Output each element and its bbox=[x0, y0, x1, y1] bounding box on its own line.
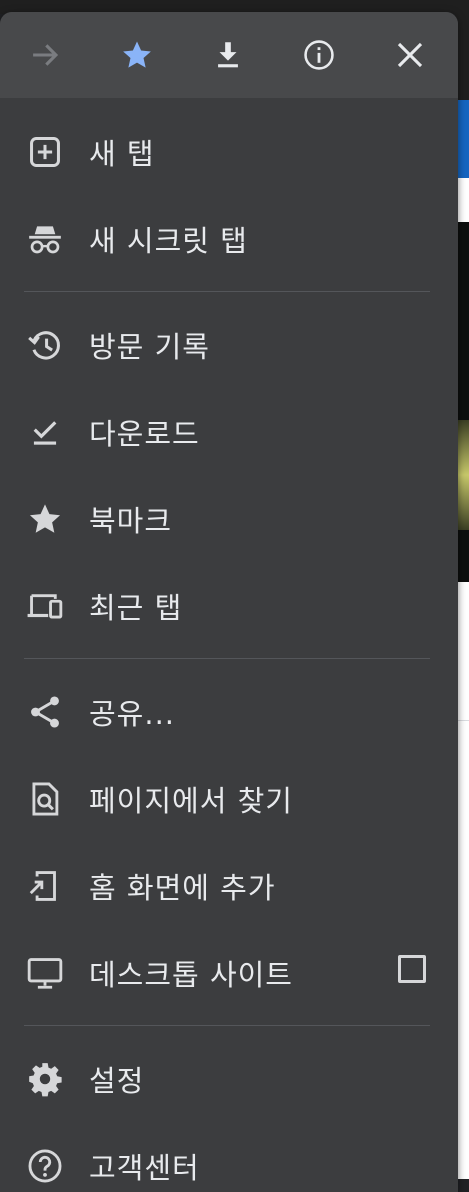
star-icon bbox=[25, 499, 65, 539]
background-banner bbox=[458, 100, 469, 178]
star-icon bbox=[123, 41, 151, 68]
menu-item-find-in-page[interactable]: 페이지에서 찾기 bbox=[0, 755, 458, 842]
help-icon bbox=[25, 1146, 65, 1186]
menu-item-label: 방문 기록 bbox=[89, 329, 210, 364]
menu-item-help[interactable]: 고객센터 bbox=[0, 1122, 458, 1192]
history-icon bbox=[25, 325, 65, 365]
menu-item-label: 공유... bbox=[89, 696, 176, 731]
menu-item-settings[interactable]: 설정 bbox=[0, 1035, 458, 1122]
info-icon bbox=[304, 40, 334, 70]
menu-item-label: 북마크 bbox=[89, 503, 173, 538]
background-divider bbox=[458, 720, 469, 721]
menu-item-history[interactable]: 방문 기록 bbox=[0, 301, 458, 388]
menu-item-label: 설정 bbox=[89, 1063, 145, 1098]
menu-item-label: 고객센터 bbox=[89, 1150, 200, 1185]
menu-item-new-tab[interactable]: 새 탭 bbox=[0, 108, 458, 195]
download-button[interactable] bbox=[202, 29, 254, 81]
menu-item-recent-tabs[interactable]: 최근 탭 bbox=[0, 562, 458, 649]
desktop-icon bbox=[25, 953, 65, 993]
desktop-site-checkbox[interactable] bbox=[398, 955, 426, 983]
download-done-icon bbox=[25, 412, 65, 452]
menu-item-label: 데스크톱 사이트 bbox=[89, 957, 293, 992]
menu-item-desktop-site[interactable]: 데스크톱 사이트 bbox=[0, 929, 458, 1016]
add-to-home-screen-icon bbox=[25, 866, 65, 906]
forward-button[interactable] bbox=[20, 29, 72, 81]
bookmark-button[interactable] bbox=[111, 29, 163, 81]
overflow-menu: 새 탭 새 시크릿 탭 방문 기록 다운로드 북마크 최근 탭 공유... 페이… bbox=[0, 12, 458, 1192]
menu-item-label: 홈 화면에 추가 bbox=[89, 870, 276, 905]
menu-item-bookmarks[interactable]: 북마크 bbox=[0, 475, 458, 562]
devices-icon bbox=[25, 586, 65, 626]
menu-item-share[interactable]: 공유... bbox=[0, 668, 458, 755]
menu-item-label: 최근 탭 bbox=[89, 590, 183, 625]
menu-divider bbox=[24, 658, 430, 659]
page-info-button[interactable] bbox=[293, 29, 345, 81]
menu-item-downloads[interactable]: 다운로드 bbox=[0, 388, 458, 475]
find-in-page-icon bbox=[25, 779, 65, 819]
menu-item-label: 페이지에서 찾기 bbox=[89, 783, 293, 818]
menu-item-label: 새 시크릿 탭 bbox=[89, 223, 248, 258]
menu-toolbar bbox=[0, 12, 458, 98]
download-icon bbox=[218, 42, 238, 68]
share-icon bbox=[25, 692, 65, 732]
add-box-icon bbox=[25, 132, 65, 172]
arrow-right-icon bbox=[33, 44, 59, 66]
gear-icon bbox=[25, 1059, 65, 1099]
close-button[interactable] bbox=[384, 29, 436, 81]
menu-item-new-incognito-tab[interactable]: 새 시크릿 탭 bbox=[0, 195, 458, 282]
menu-item-label: 다운로드 bbox=[89, 416, 200, 451]
menu-divider bbox=[24, 291, 430, 292]
menu-item-label: 새 탭 bbox=[89, 136, 155, 171]
menu-item-add-to-home[interactable]: 홈 화면에 추가 bbox=[0, 842, 458, 929]
menu-divider bbox=[24, 1025, 430, 1026]
background-image-highlight bbox=[458, 420, 469, 530]
close-icon bbox=[397, 42, 423, 68]
incognito-icon bbox=[25, 219, 65, 259]
